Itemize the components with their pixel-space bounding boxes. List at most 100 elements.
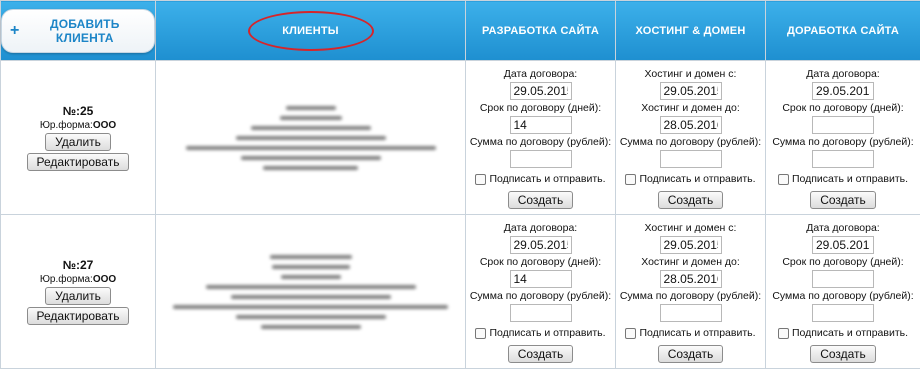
blurred-text-line [260, 324, 361, 329]
term-days-label: Срок по договору (дней): [782, 256, 904, 268]
sign-send-label: Подписать и отправить. [791, 173, 909, 185]
sign-send-checkbox[interactable] [625, 327, 637, 339]
hosting-to-input[interactable] [659, 270, 722, 288]
sign-send-checkbox[interactable] [777, 173, 789, 185]
sign-send-label: Подписать и отправить. [639, 173, 756, 185]
sum-label: Сумма по договору (рублей): [469, 136, 612, 148]
hosting-form-cell: Хостинг и домен с: Хостинг и домен до: С… [615, 214, 766, 369]
blurred-text-line [235, 314, 386, 319]
sum-label: Сумма по договору (рублей): [619, 290, 762, 302]
sign-send-label: Подписать и отправить. [639, 327, 756, 339]
sum-input[interactable] [659, 150, 722, 168]
blurred-text-line [205, 284, 416, 289]
sum-label: Сумма по договору (рублей): [469, 290, 612, 302]
hosting-to-label: Хостинг и домен до: [641, 102, 740, 114]
add-client-header-cell: + ДОБАВИТЬ КЛИЕНТА [0, 0, 156, 61]
client-number: №:27 [62, 258, 94, 272]
add-client-label: ДОБАВИТЬ КЛИЕНТА [49, 16, 120, 45]
term-days-label: Срок по договору (дней): [782, 102, 904, 114]
dev-header-label: РАЗРАБОТКА САЙТА [481, 24, 600, 37]
sum-input[interactable] [812, 304, 874, 322]
hosting-from-label: Хостинг и домен с: [644, 222, 737, 234]
add-client-button[interactable]: + ДОБАВИТЬ КЛИЕНТА [1, 8, 155, 53]
sum-input[interactable] [812, 150, 874, 168]
contract-date-input[interactable] [812, 82, 874, 100]
blurred-text-line [271, 264, 350, 269]
clients-header-label: КЛИЕНТЫ [282, 24, 339, 37]
delete-button[interactable]: Удалить [45, 133, 111, 151]
sign-send-checkbox[interactable] [625, 173, 637, 185]
sum-label: Сумма по договору (рублей): [772, 290, 914, 302]
sign-send-checkbox[interactable] [777, 327, 789, 339]
term-days-input[interactable] [509, 116, 572, 134]
edit-button[interactable]: Редактировать [26, 153, 130, 171]
blurred-text-line [240, 155, 381, 160]
blurred-text-line [173, 304, 448, 309]
improve-form-cell: Дата договора: Срок по договору (дней): … [765, 60, 920, 215]
create-button[interactable]: Создать [507, 191, 574, 209]
hosting-to-label: Хостинг и домен до: [641, 256, 740, 268]
term-days-input[interactable] [509, 270, 572, 288]
legal-form-value: ООО [92, 274, 117, 285]
create-button[interactable]: Создать [507, 345, 574, 363]
sign-send-label: Подписать и отправить. [791, 327, 909, 339]
blurred-text-line [280, 274, 341, 279]
hosting-from-input[interactable] [659, 82, 722, 100]
dev-column-header: РАЗРАБОТКА САЙТА [465, 0, 616, 61]
hosting-header-label: ХОСТИНГ & ДОМЕН [635, 24, 746, 37]
term-days-input[interactable] [812, 116, 874, 134]
legal-form: Юр.форма:ООО [1, 120, 155, 131]
clients-column-header: КЛИЕНТЫ [155, 0, 466, 61]
sum-input[interactable] [509, 304, 572, 322]
contract-date-input[interactable] [509, 236, 572, 254]
client-number: №:25 [62, 104, 94, 118]
improve-header-label: ДОРАБОТКА САЙТА [786, 24, 900, 37]
client-info-blurred [155, 60, 466, 215]
dev-form-cell: Дата договора: Срок по договору (дней): … [465, 60, 616, 215]
contract-date-label: Дата договора: [806, 68, 880, 80]
delete-button[interactable]: Удалить [45, 287, 111, 305]
table-header-row: + ДОБАВИТЬ КЛИЕНТА КЛИЕНТЫ РАЗРАБОТКА СА… [0, 0, 920, 61]
blurred-text-line [285, 105, 336, 110]
create-button[interactable]: Создать [657, 345, 724, 363]
blurred-text-line [230, 294, 391, 299]
edit-button[interactable]: Редактировать [26, 307, 130, 325]
sum-input[interactable] [659, 304, 722, 322]
sign-send-checkbox[interactable] [475, 327, 487, 339]
term-days-label: Срок по договору (дней): [479, 256, 602, 268]
blurred-text-line [269, 254, 352, 259]
blurred-text-line [185, 145, 436, 150]
sum-input[interactable] [509, 150, 572, 168]
legal-form: Юр.форма:ООО [1, 274, 155, 285]
blurred-text-line [263, 165, 358, 170]
create-button[interactable]: Создать [657, 191, 724, 209]
contract-date-label: Дата договора: [806, 222, 880, 234]
dev-form-cell: Дата договора: Срок по договору (дней): … [465, 214, 616, 369]
term-days-input[interactable] [812, 270, 874, 288]
blurred-text-line [279, 115, 342, 120]
blurred-text-line [250, 125, 371, 130]
hosting-from-label: Хостинг и домен с: [644, 68, 737, 80]
sum-label: Сумма по договору (рублей): [772, 136, 914, 148]
create-button[interactable]: Создать [810, 345, 876, 363]
client-info-blurred [155, 214, 466, 369]
improve-column-header: ДОРАБОТКА САЙТА [765, 0, 920, 61]
plus-icon: + [10, 21, 20, 39]
contract-date-input[interactable] [812, 236, 874, 254]
hosting-form-cell: Хостинг и домен с: Хостинг и домен до: С… [615, 60, 766, 215]
sign-send-label: Подписать и отправить. [489, 327, 606, 339]
legal-form-label: Юр.форма: [39, 274, 93, 285]
table-row: №:27 Юр.форма:ООО Удалить Редактировать … [0, 214, 920, 369]
hosting-to-input[interactable] [659, 116, 722, 134]
hosting-column-header: ХОСТИНГ & ДОМЕН [615, 0, 766, 61]
contract-date-input[interactable] [509, 82, 572, 100]
create-button[interactable]: Создать [810, 191, 876, 209]
hosting-from-input[interactable] [659, 236, 722, 254]
sign-send-label: Подписать и отправить. [489, 173, 606, 185]
improve-form-cell: Дата договора: Срок по договору (дней): … [765, 214, 920, 369]
sign-send-checkbox[interactable] [475, 173, 487, 185]
sum-label: Сумма по договору (рублей): [619, 136, 762, 148]
clients-table: + ДОБАВИТЬ КЛИЕНТА КЛИЕНТЫ РАЗРАБОТКА СА… [0, 0, 920, 369]
blurred-text-line [235, 135, 386, 140]
contract-date-label: Дата договора: [503, 68, 578, 80]
